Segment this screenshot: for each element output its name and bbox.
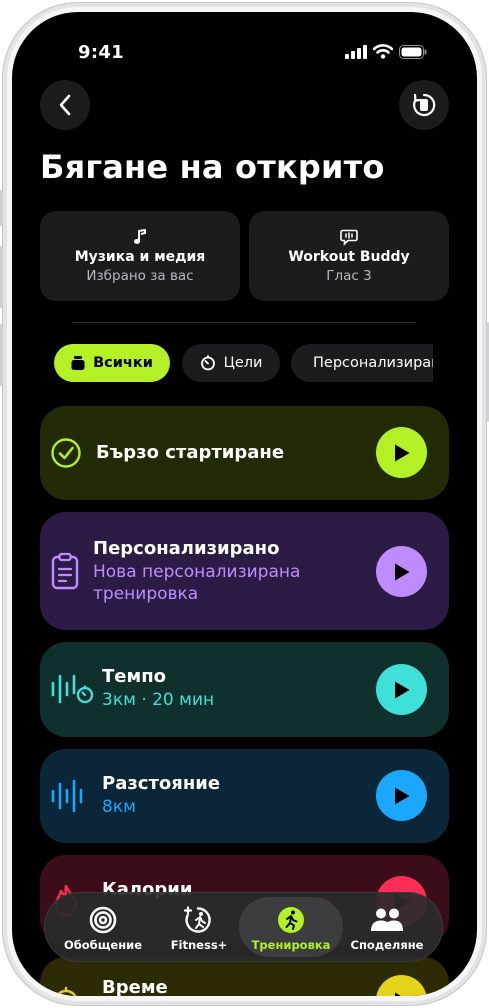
wifi-icon [373,44,393,59]
play-icon [394,992,402,996]
distance-title: Разстояние [102,773,221,794]
play-icon [394,681,409,698]
cellular-signal-icon [345,44,367,59]
custom-workout-play-button[interactable] [376,546,427,597]
pace-icon [50,671,96,707]
stopwatch-icon [50,985,82,996]
filter-all-label: Всички [93,355,153,371]
side-button [0,190,3,226]
play-icon [394,563,409,580]
distance-icon [50,778,88,814]
tempo-subtitle: 3км · 20 мин [102,690,215,710]
checkmark-circle-icon [50,437,82,469]
status-icons [345,44,427,59]
rotate-icon [413,93,436,117]
back-button[interactable] [40,80,90,130]
filter-chips: Всички Цели Персонализирано [54,344,433,382]
quick-start-play-button[interactable] [376,427,427,478]
music-media-subtitle: Избрано за вас [86,268,194,284]
distance-card[interactable]: Разстояние 8км [40,749,449,843]
tempo-card[interactable]: Темпо 3км · 20 мин [40,642,449,737]
custom-workout-card[interactable]: Персонализирано Нова персонализирана тре… [40,512,449,630]
divider [72,322,416,323]
tempo-play-button[interactable] [376,664,427,715]
distance-subtitle: 8км [102,797,136,817]
music-media-title: Музика и медия [74,249,206,265]
filter-goals-chip[interactable]: Цели [182,344,280,382]
timer-icon [200,355,215,371]
fitness-plus-icon [184,906,211,933]
tempo-title: Темпо [102,666,167,687]
music-media-tile[interactable]: Музика и медия Избрано за вас [40,211,240,301]
volume-up-button [0,246,3,308]
tab-workout[interactable]: Тренировка [239,897,343,957]
tab-bar: Обобщение Fitness+ Тренировка Споделяне [44,892,443,962]
battery-icon [399,44,427,59]
custom-workout-subtitle: Нова персонализирана тренировка [93,562,301,604]
filter-goals-label: Цели [223,355,263,371]
volume-down-button [0,324,3,386]
time-card[interactable]: Време [40,957,449,996]
filter-all-chip[interactable]: Всички [54,344,170,382]
filter-custom-label: Персонализирано [313,355,433,371]
view-toggle-button[interactable] [399,80,449,130]
tab-sharing[interactable]: Споделяне [339,893,435,961]
tab-fitness-plus[interactable]: Fitness+ [151,893,247,961]
status-bar: 9:41 [12,12,477,68]
time-play-button[interactable] [376,975,427,996]
workout-buddy-title: Workout Buddy [288,249,410,265]
distance-play-button[interactable] [376,770,427,821]
chevron-left-icon [59,94,71,116]
stack-icon [71,356,85,370]
tab-fitness-plus-label: Fitness+ [170,938,228,952]
clipboard-icon [51,552,79,590]
activity-rings-icon [89,906,117,934]
quick-start-card[interactable]: Бързо стартиране [40,406,449,500]
time-title: Време [102,977,168,996]
quick-start-title: Бързо стартиране [96,442,285,463]
music-note-icon [134,229,146,244]
tab-workout-label: Тренировка [251,938,331,952]
play-icon [394,787,409,804]
screen: 9:41 Бягане на открито Музика и медия Из… [12,12,477,996]
tab-overview-label: Обобщение [63,938,143,952]
tab-sharing-label: Споделяне [350,938,424,952]
workout-buddy-subtitle: Глас 3 [326,268,372,284]
tab-overview[interactable]: Обобщение [55,893,151,961]
custom-workout-title: Персонализирано [93,538,280,559]
people-icon [371,908,403,931]
page-title: Бягане на открито [40,148,385,186]
status-time: 9:41 [78,42,124,63]
filter-custom-chip[interactable]: Персонализирано [291,344,433,382]
speech-bubble-icon [340,229,358,246]
workout-buddy-tile[interactable]: Workout Buddy Глас 3 [249,211,449,301]
running-figure-icon [278,907,304,933]
play-icon [394,444,409,461]
